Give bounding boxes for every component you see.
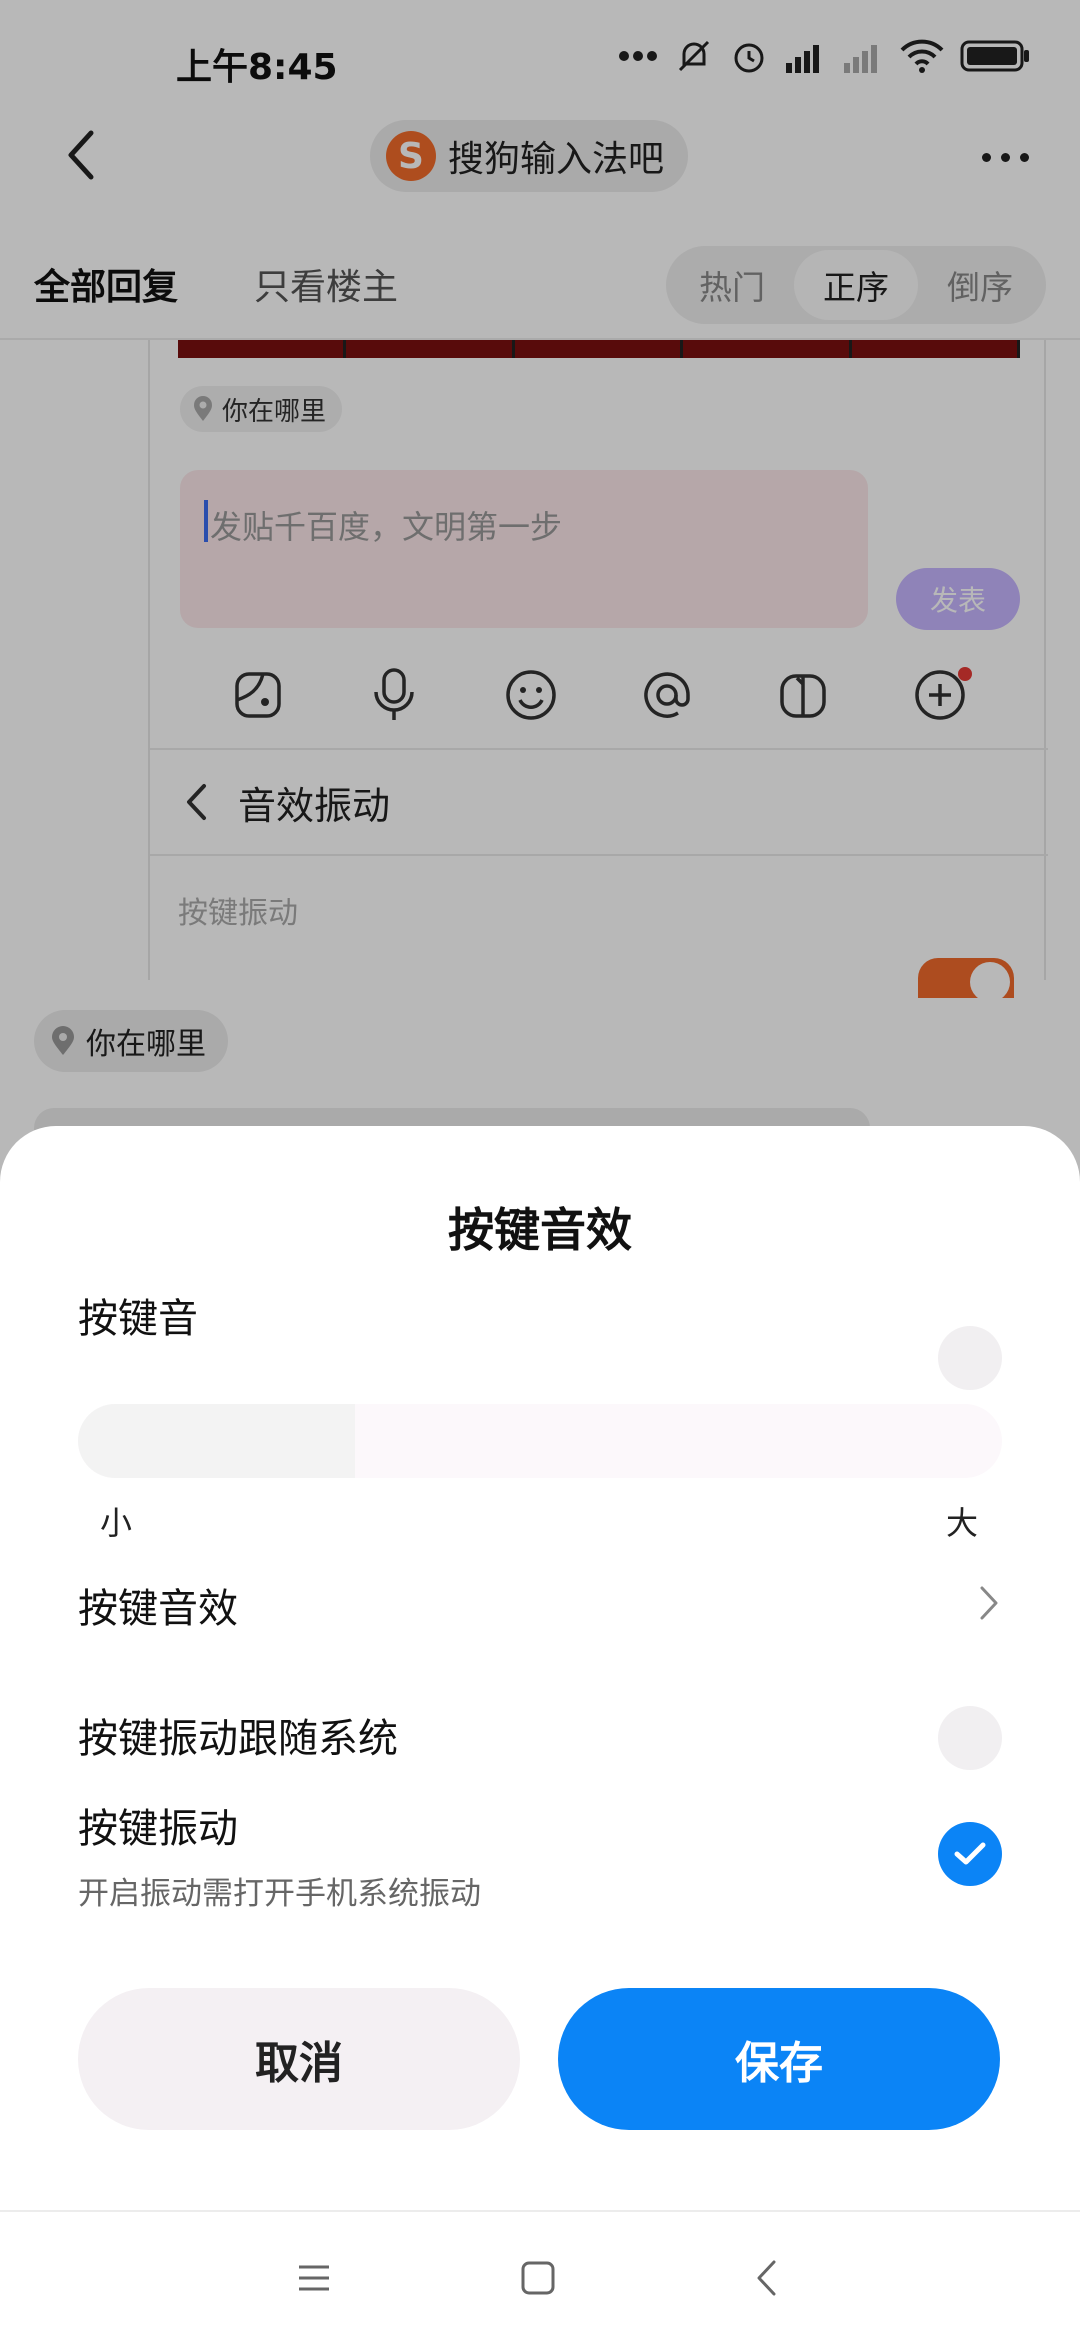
vibration-follow-system-label: 按键振动跟随系统 [78, 1716, 398, 1762]
chevron-right-icon[interactable] [974, 1578, 1004, 1628]
key-sound-label: 按键音 [78, 1296, 198, 1342]
key-sound-toggle[interactable] [938, 1326, 1002, 1390]
volume-max-label: 大 [945, 1504, 978, 1542]
key-vibration-checkbox[interactable] [938, 1822, 1002, 1886]
menu-icon[interactable] [284, 2248, 344, 2308]
volume-slider-fill [78, 1404, 356, 1478]
home-square-icon[interactable] [508, 2248, 568, 2308]
save-button[interactable]: 保存 [558, 1988, 1000, 2130]
back-triangle-icon[interactable] [736, 2248, 796, 2308]
key-sound-effect-label[interactable]: 按键音效 [78, 1576, 238, 1634]
key-vibration-label: 按键振动 [78, 1806, 238, 1852]
volume-slider[interactable] [78, 1404, 1002, 1478]
vibration-follow-system-toggle[interactable] [938, 1706, 1002, 1770]
key-sound-bottom-sheet: 按键音效 按键音 小 大 按键音效 按键振动跟随系统 按键振动 开启振动需打开手… [0, 1126, 1080, 2214]
cancel-button[interactable]: 取消 [78, 1988, 520, 2130]
check-icon [954, 1842, 986, 1865]
sheet-title: 按键音效 [448, 1203, 632, 1257]
system-navigation-bar [0, 2210, 1080, 2340]
volume-min-label: 小 [100, 1504, 133, 1542]
key-vibration-sublabel: 开启振动需打开手机系统振动 [78, 1876, 481, 1912]
